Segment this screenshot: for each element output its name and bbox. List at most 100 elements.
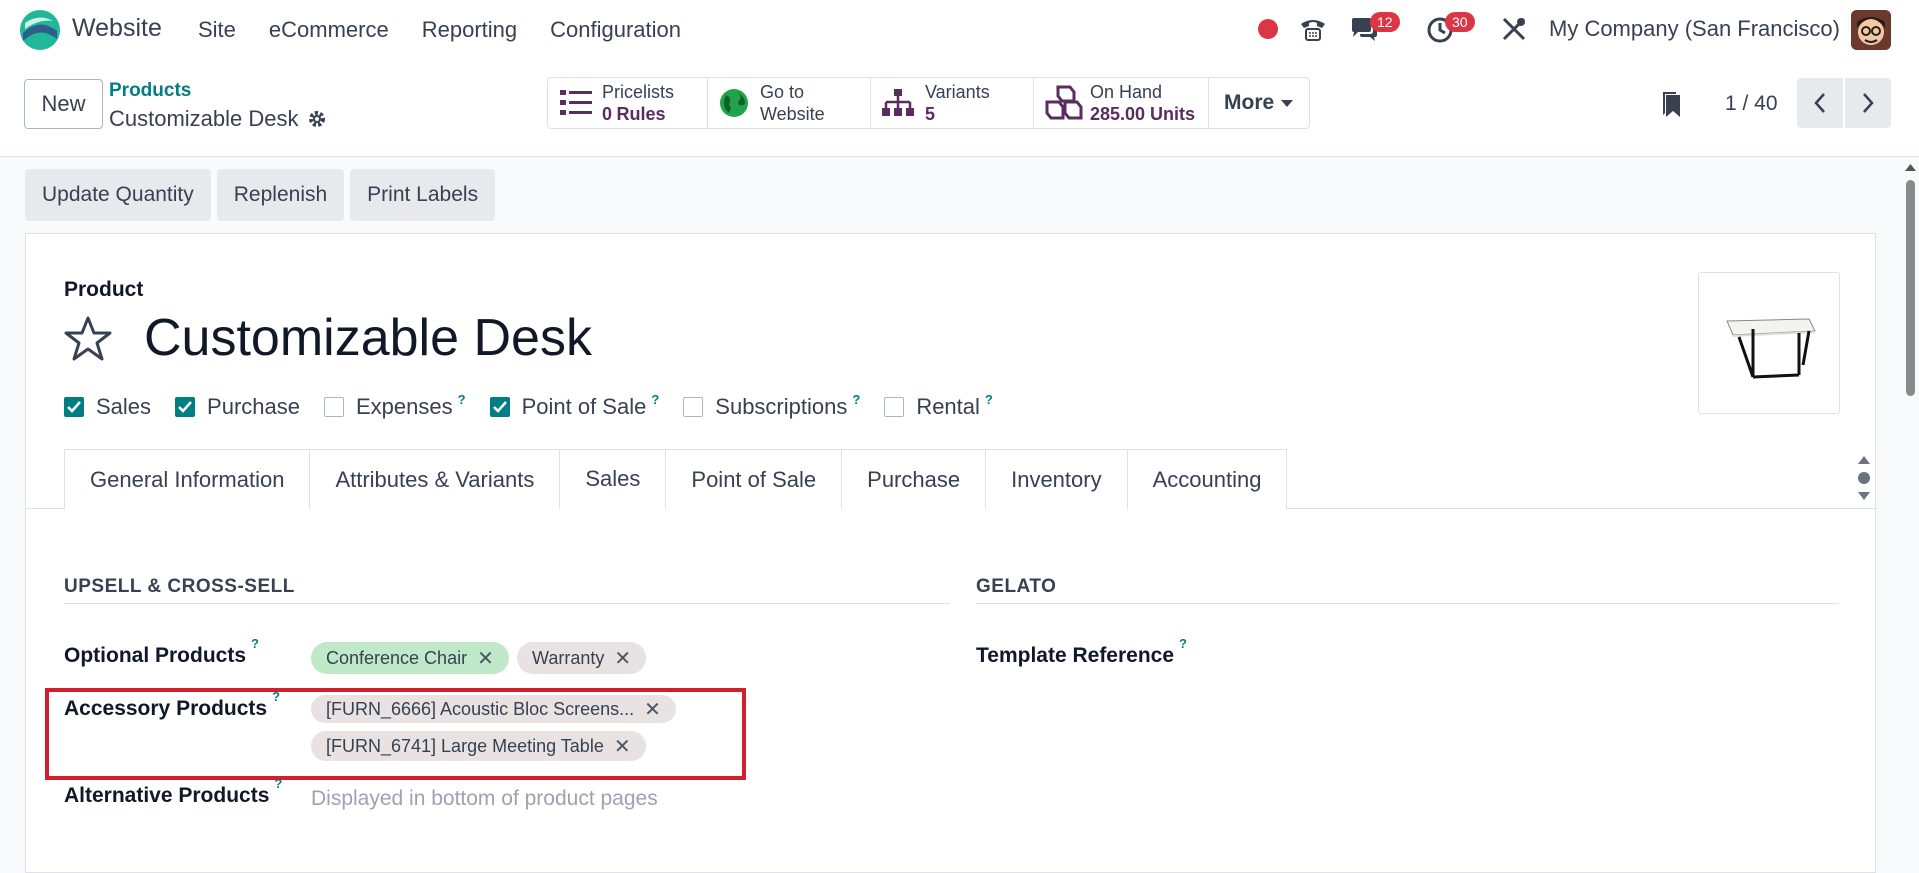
notebook-tabs: General Information Attributes & Variant… [64,449,1288,509]
replenish-button[interactable]: Replenish [216,169,345,221]
option-subscriptions[interactable]: Subscriptions? [683,392,860,420]
help-icon[interactable]: ? [1179,636,1187,651]
chevron-left-icon [1814,93,1825,113]
chevron-right-icon [1863,93,1874,113]
on-hand-smart-button[interactable]: On Hand 285.00 Units [1034,78,1209,128]
menu-configuration[interactable]: Configuration [550,17,681,43]
globe-icon [720,89,748,117]
tabs-scroll-icon[interactable] [1856,452,1872,504]
tab-inventory[interactable]: Inventory [985,449,1127,509]
optional-products-text: Optional Products [64,644,247,667]
product-options: Sales Purchase Expenses? Point of Sale? … [64,392,1017,420]
website-line2: Website [760,104,825,124]
scroll-up-icon [1905,164,1916,171]
update-quantity-button[interactable]: Update Quantity [25,169,211,221]
go-to-website-smart-button[interactable]: Go to Website [708,78,871,128]
pricelists-unit: Rules [616,104,666,124]
page-scrollbar[interactable] [1902,160,1919,854]
tab-accounting[interactable]: Accounting [1126,449,1288,509]
help-icon[interactable]: ? [251,636,259,651]
alternative-products-label: Alternative Products? [64,776,282,808]
help-icon[interactable]: ? [651,392,659,407]
tools-icon[interactable] [1501,16,1527,42]
option-point-of-sale[interactable]: Point of Sale? [489,392,659,420]
help-icon[interactable]: ? [985,392,993,407]
avatar-face-icon [1851,10,1891,50]
option-expenses[interactable]: Expenses? [324,392,466,420]
check-icon [178,401,192,413]
optional-tag-warranty: Warranty ✕ [517,642,647,674]
recording-indicator-icon[interactable] [1257,18,1279,40]
tag-label: Conference Chair [326,647,468,668]
user-avatar[interactable] [1851,10,1891,50]
gelato-section-divider [976,603,1839,604]
control-panel: New Products Customizable Desk Pricelist… [0,60,1919,157]
bookmark-icon[interactable] [1661,91,1683,119]
purchase-checkbox[interactable] [175,397,196,417]
pricelists-count: 0 [602,104,613,124]
alternative-products-input[interactable]: Displayed in bottom of product pages [311,787,658,811]
phone-icon[interactable] [1298,14,1328,44]
upsell-section-divider [64,603,950,604]
website-app-logo-icon[interactable] [19,9,61,51]
on-hand-label: On Hand [1090,82,1163,102]
new-button[interactable]: New [24,79,103,129]
product-name[interactable]: Customizable Desk [144,308,592,368]
messages-badge: 12 [1370,12,1400,32]
favorite-star-icon[interactable] [63,314,113,364]
remove-tag-icon[interactable]: ✕ [477,646,494,671]
help-icon[interactable]: ? [458,392,466,407]
on-hand-value: 285.00 Units [1090,104,1196,124]
app-name[interactable]: Website [72,14,162,43]
subscriptions-checkbox[interactable] [683,397,704,417]
breadcrumb-current-label: Customizable Desk [109,106,299,131]
product-image[interactable] [1698,272,1840,414]
pricelists-smart-button[interactable]: Pricelists 0 Rules [548,78,708,128]
pager-previous-button[interactable] [1797,78,1843,128]
tab-attributes-variants[interactable]: Attributes & Variants [309,449,560,509]
breadcrumb-products[interactable]: Products [109,80,191,102]
help-icon[interactable]: ? [852,392,860,407]
pager-next-button[interactable] [1845,78,1891,128]
option-subscriptions-label: Subscriptions [715,394,848,419]
option-point-of-sale-label: Point of Sale [521,394,647,419]
menu-reporting[interactable]: Reporting [422,17,517,43]
option-sales[interactable]: Sales [64,394,151,420]
option-rental[interactable]: Rental? [884,392,993,420]
company-switcher[interactable]: My Company (San Francisco) [1549,16,1840,42]
variants-label: Variants [925,82,990,102]
menu-ecommerce[interactable]: eCommerce [269,17,389,43]
point-of-sale-checkbox[interactable] [489,397,510,417]
rental-checkbox[interactable] [884,397,905,417]
top-menu: Site eCommerce Reporting Configuration [198,17,714,43]
option-expenses-label: Expenses [356,394,453,419]
variants-count: 5 [925,104,936,124]
tab-purchase[interactable]: Purchase [841,449,986,509]
option-purchase[interactable]: Purchase [175,394,300,420]
pricelists-label: Pricelists [602,82,675,102]
option-sales-label: Sales [96,394,152,419]
alternative-products-text: Alternative Products [64,784,270,807]
upsell-section-title: UPSELL & CROSS-SELL [64,576,295,597]
gear-icon[interactable] [307,109,327,129]
variants-smart-button[interactable]: Variants 5 [871,78,1034,128]
menu-site[interactable]: Site [198,17,236,43]
tag-label: Warranty [532,647,605,668]
website-line1: Go to [760,82,805,102]
caret-down-icon [1281,100,1294,107]
tab-point-of-sale[interactable]: Point of Sale [665,449,842,509]
tab-general-information[interactable]: General Information [64,449,310,509]
tab-sales[interactable]: Sales [559,449,666,509]
breadcrumb-current: Customizable Desk [109,106,327,132]
pager-value[interactable]: 1 / 40 [1725,92,1778,116]
print-labels-button[interactable]: Print Labels [350,169,496,221]
more-dropdown[interactable]: More [1209,78,1309,128]
form-action-buttons: Update Quantity Replenish Print Labels [25,169,496,221]
list-icon [560,90,592,115]
scrollbar-thumb[interactable] [1906,180,1915,396]
check-icon [492,401,507,413]
expenses-checkbox[interactable] [324,397,344,417]
remove-tag-icon[interactable]: ✕ [614,646,631,671]
sitemap-icon [882,89,914,116]
sales-checkbox[interactable] [64,397,84,417]
